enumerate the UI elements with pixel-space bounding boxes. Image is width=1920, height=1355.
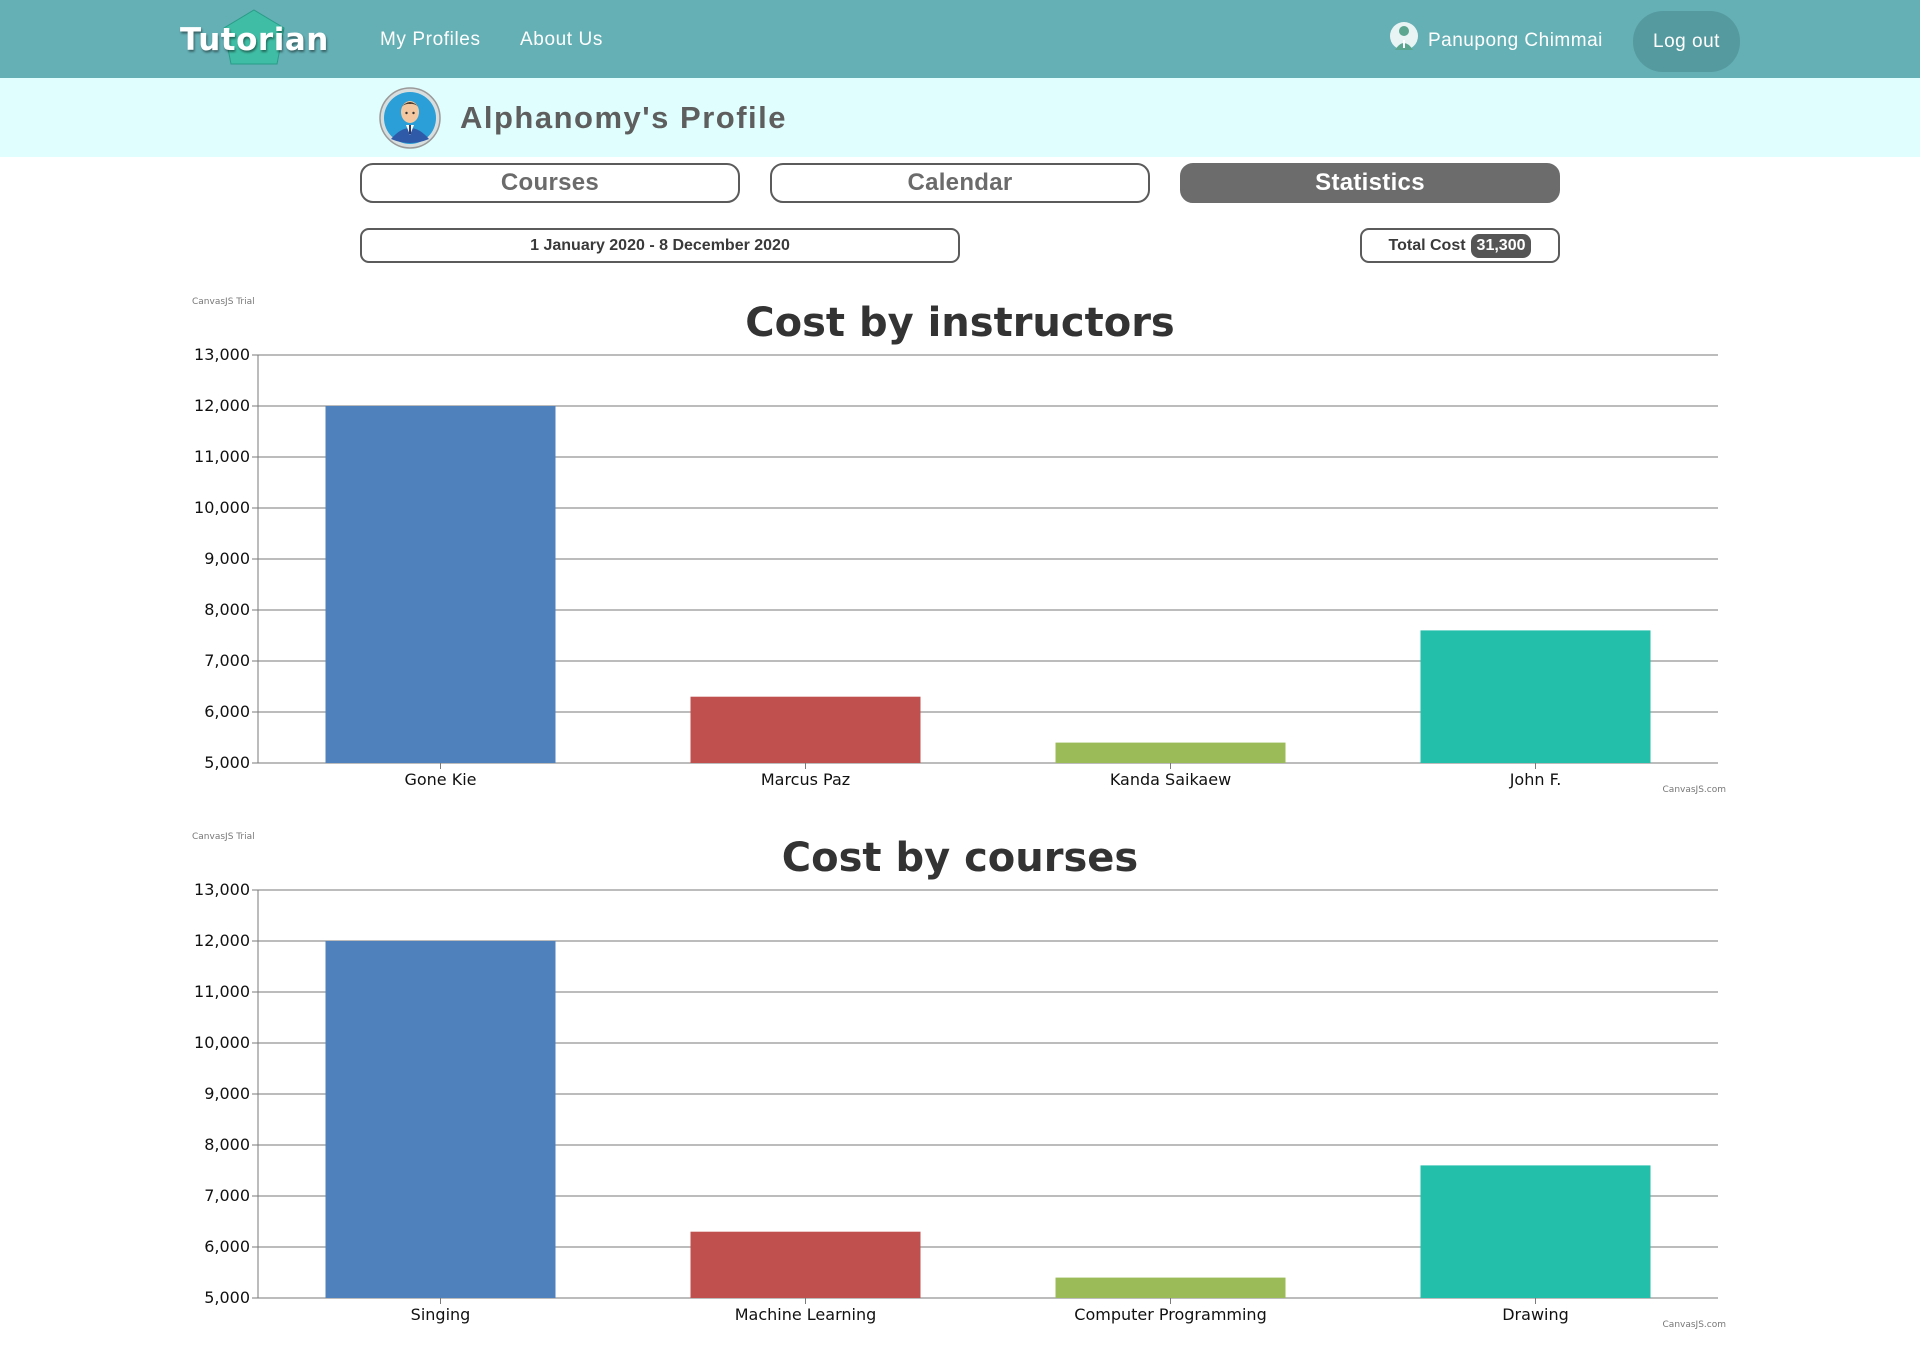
user-icon xyxy=(1390,22,1418,50)
bar xyxy=(1055,742,1286,763)
x-tick-label: Computer Programming xyxy=(1074,1305,1266,1324)
y-tick-label: 10,000 xyxy=(194,498,250,517)
y-tick-label: 12,000 xyxy=(194,396,250,415)
total-cost-box: Total Cost 31,300 xyxy=(1360,228,1560,263)
y-tick-label: 8,000 xyxy=(204,1135,250,1154)
bar xyxy=(690,1231,921,1298)
bar xyxy=(1420,1165,1651,1298)
chart-cost-by-courses: CanvasJS Trial Cost by courses 5,000 6,000 7… xyxy=(0,825,1920,1355)
user-name: Panupong Chimmai xyxy=(1428,30,1603,51)
tutorian-logo[interactable]: Tutorian xyxy=(176,6,329,70)
y-tick-label: 6,000 xyxy=(204,1237,250,1256)
x-tick-label: Machine Learning xyxy=(735,1305,877,1324)
y-tick-label: 8,000 xyxy=(204,600,250,619)
watermark-canvasjs: CanvasJS.com xyxy=(1663,785,1726,795)
x-tick-label: Drawing xyxy=(1502,1305,1569,1324)
bar xyxy=(1420,630,1651,763)
y-tick-label: 12,000 xyxy=(194,931,250,950)
total-cost-badge: 31,300 xyxy=(1470,233,1532,258)
x-tick-label: Gone Kie xyxy=(404,770,476,789)
y-tick-label: 9,000 xyxy=(204,1084,250,1103)
chart-cost-by-instructors: CanvasJS Trial Cost by instructors 5,000 6,… xyxy=(0,290,1920,820)
x-tick-label: Singing xyxy=(411,1305,471,1324)
y-tick-label: 10,000 xyxy=(194,1033,250,1052)
watermark-canvasjs: CanvasJS.com xyxy=(1663,1320,1726,1330)
y-tick-label: 5,000 xyxy=(204,753,250,772)
profile-avatar xyxy=(379,87,441,149)
date-range-selector[interactable]: 1 January 2020 - 8 December 2020 xyxy=(360,228,960,263)
y-tick-label: 13,000 xyxy=(194,345,250,364)
tab-calendar[interactable]: Calendar xyxy=(770,163,1150,203)
y-tick-label: 7,000 xyxy=(204,651,250,670)
chart-title: Cost by instructors xyxy=(745,300,1175,346)
y-tick-label: 11,000 xyxy=(194,447,250,466)
bar xyxy=(325,406,556,763)
y-tick-label: 7,000 xyxy=(204,1186,250,1205)
profile-title: Alphanomy's Profile xyxy=(460,100,787,135)
y-tick-label: 6,000 xyxy=(204,702,250,721)
top-navbar: Tutorian My Profiles About Us Panupong C… xyxy=(0,0,1920,78)
logo-text: Tutorian xyxy=(180,22,329,58)
tab-statistics[interactable]: Statistics xyxy=(1180,163,1560,203)
x-tick-label: Marcus Paz xyxy=(761,770,850,789)
y-tick-label: 5,000 xyxy=(204,1288,250,1307)
watermark-trial: CanvasJS Trial xyxy=(192,297,255,307)
logout-button[interactable]: Log out xyxy=(1633,11,1740,72)
bar-chart-svg: CanvasJS Trial Cost by courses 5,000 6,000 7… xyxy=(192,832,1726,1330)
y-tick-label: 11,000 xyxy=(194,982,250,1001)
x-tick-label: John F. xyxy=(1509,770,1562,789)
watermark-trial: CanvasJS Trial xyxy=(192,832,255,842)
bar-chart-svg: CanvasJS Trial Cost by instructors 5,000 6,… xyxy=(192,297,1726,795)
profile-header: Alphanomy's Profile xyxy=(0,78,1920,157)
tab-courses[interactable]: Courses xyxy=(360,163,740,203)
chart-title: Cost by courses xyxy=(782,835,1138,881)
nav-about-us-link[interactable]: About Us xyxy=(520,29,603,51)
x-tick-label: Kanda Saikaew xyxy=(1110,770,1231,789)
y-tick-label: 9,000 xyxy=(204,549,250,568)
bar xyxy=(325,941,556,1298)
y-tick-label: 13,000 xyxy=(194,880,250,899)
bar xyxy=(690,696,921,763)
bar xyxy=(1055,1277,1286,1298)
total-cost-label: Total Cost xyxy=(1388,236,1466,254)
nav-my-profiles-link[interactable]: My Profiles xyxy=(380,29,481,51)
